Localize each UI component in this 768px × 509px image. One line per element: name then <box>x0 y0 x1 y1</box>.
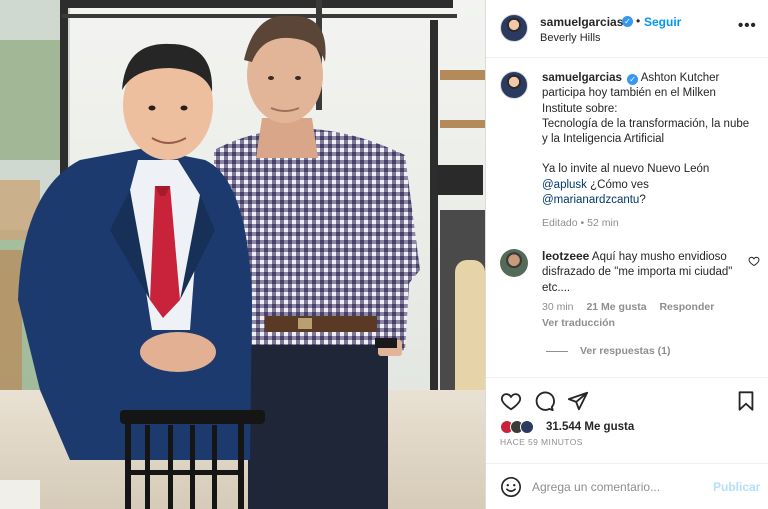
edited-label: Editado <box>542 217 578 229</box>
verified-badge-icon: ✓ <box>622 16 633 27</box>
post-header: samuelgarcias ✓ • Seguir Beverly Hills •… <box>486 0 768 58</box>
location-link[interactable]: Beverly Hills <box>540 32 601 44</box>
caption-edited-meta: Editado • 52 min <box>542 217 619 229</box>
likes-count[interactable]: 31.544 Me gusta <box>546 421 634 433</box>
author-username[interactable]: samuelgarcias <box>540 15 623 29</box>
view-replies-label: Ver respuestas (1) <box>580 345 671 357</box>
liker-avatar-3 <box>520 420 534 434</box>
caption-question: ¿Cómo ves <box>586 178 649 191</box>
post-actions: 31.544 Me gusta HACE 59 MINUTOS <box>486 377 768 463</box>
comment-composer: Publicar <box>486 463 768 509</box>
caption-question-mark: ? <box>639 194 646 207</box>
caption-line-3: Ya lo invite al nuevo Nuevo León <box>542 163 710 176</box>
comment-bubble-icon[interactable] <box>533 390 555 412</box>
view-replies-button[interactable]: Ver respuestas (1) <box>546 345 670 357</box>
emoji-icon[interactable] <box>500 476 522 498</box>
see-translation-link[interactable]: Ver traducción <box>542 317 615 329</box>
post-photo[interactable] <box>0 0 485 509</box>
author-avatar[interactable] <box>500 14 528 42</box>
comment-text: leotzeee Aquí hay musho envidioso disfra… <box>542 249 742 296</box>
follow-button[interactable]: Seguir <box>644 15 681 29</box>
comment-likes[interactable]: 21 Me gusta <box>586 301 646 313</box>
mention-marianardzcantu[interactable]: @marianardzcantu <box>542 194 639 206</box>
comment-meta: 30 min 21 Me gusta Responder <box>542 301 724 313</box>
caption-line-2: Tecnología de la transformación, la nube… <box>542 117 750 146</box>
header-separator: • <box>636 14 641 28</box>
more-horizontal-icon[interactable]: ••• <box>738 17 757 34</box>
caption-author-avatar[interactable] <box>500 71 528 99</box>
photo-illustration <box>0 0 485 509</box>
commenter-avatar[interactable] <box>500 249 528 277</box>
comment-time[interactable]: 30 min <box>542 301 574 313</box>
caption-text: samuelgarcias ✓ Ashton Kutcher participa… <box>542 71 757 208</box>
replies-divider <box>546 350 568 352</box>
commenter-username[interactable]: leotzeee <box>542 249 589 263</box>
like-heart-icon[interactable] <box>500 390 522 412</box>
comments-list[interactable]: samuelgarcias ✓ Ashton Kutcher participa… <box>486 59 768 377</box>
publish-button[interactable]: Publicar <box>713 480 760 494</box>
post-timestamp[interactable]: HACE 59 MINUTOS <box>500 437 583 447</box>
caption-verified-badge-icon: ✓ <box>627 74 639 85</box>
save-bookmark-icon[interactable] <box>735 390 757 412</box>
edited-separator: • <box>580 217 585 229</box>
comment-input[interactable] <box>532 477 700 497</box>
edited-time[interactable]: 52 min <box>587 217 619 229</box>
comment-like-heart-icon[interactable] <box>748 255 760 267</box>
post-side-panel: samuelgarcias ✓ • Seguir Beverly Hills •… <box>485 0 768 509</box>
reply-button[interactable]: Responder <box>659 301 714 313</box>
mention-aplusk[interactable]: @aplusk <box>542 179 587 191</box>
share-send-icon[interactable] <box>567 390 589 412</box>
caption-author-username[interactable]: samuelgarcias <box>542 72 622 84</box>
